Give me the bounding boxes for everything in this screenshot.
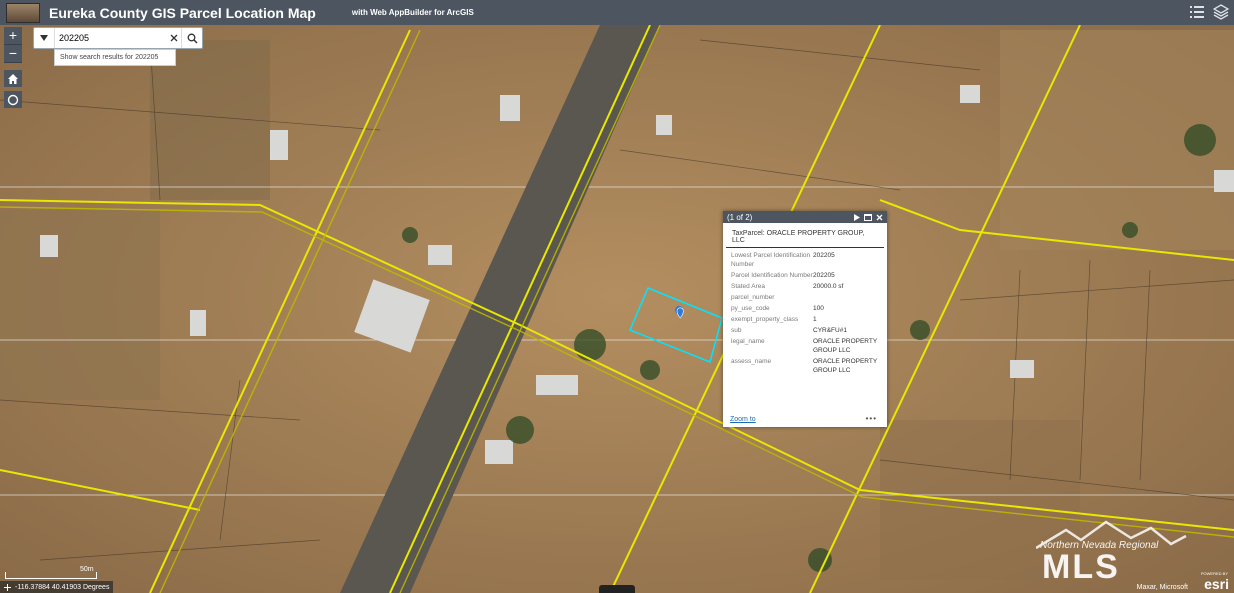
scale-label: 50m xyxy=(80,566,94,573)
map-attribution: Maxar, Microsoft xyxy=(1136,584,1188,591)
locate-button[interactable] xyxy=(4,91,22,108)
home-icon xyxy=(8,73,18,84)
panel-toggle-handle[interactable] xyxy=(599,585,635,593)
app-header: Eureka County GIS Parcel Location Map wi… xyxy=(0,0,1234,25)
mls-watermark: Northern Nevada Regional MLS xyxy=(1035,518,1196,586)
search-source-dropdown[interactable] xyxy=(34,28,55,48)
popup-counter: (1 of 2) xyxy=(727,212,753,222)
home-button[interactable] xyxy=(4,70,22,87)
esri-logo[interactable]: esri xyxy=(1204,576,1229,592)
popup-row: assess_name ORACLE PROPERTY GROUP LLC xyxy=(731,358,878,374)
locate-icon xyxy=(7,94,19,105)
scale-bar xyxy=(5,572,97,579)
popup-row: Parcel Identification Number 202205 xyxy=(731,272,835,279)
map-imagery xyxy=(0,0,1234,593)
popup-row: Lowest Parcel Identification Number 20220… xyxy=(731,252,835,268)
next-feature-icon[interactable] xyxy=(854,213,860,221)
clear-search-button[interactable] xyxy=(167,28,181,48)
coordinate-readout: -116.37884 40.41903 Degrees xyxy=(0,581,114,593)
zoom-in-button[interactable]: + xyxy=(4,27,22,45)
zoom-control: + − xyxy=(4,27,22,63)
popup-row: legal_name ORACLE PROPERTY GROUP LLC xyxy=(731,338,878,354)
app-logo xyxy=(6,2,40,23)
search-icon xyxy=(187,33,198,44)
search-suggestion[interactable]: Show search results for 202205 xyxy=(54,49,176,66)
crosshair-icon[interactable] xyxy=(4,583,11,591)
more-actions-button[interactable]: ••• xyxy=(866,414,877,423)
search-button[interactable] xyxy=(181,28,202,48)
caret-down-icon xyxy=(40,35,48,41)
app-title: Eureka County GIS Parcel Location Map xyxy=(49,4,316,21)
popup-row: Stated Area 20000.0 sf xyxy=(731,283,844,290)
popup-row: parcel_number xyxy=(731,294,775,301)
coordinate-text: -116.37884 40.41903 Degrees xyxy=(15,583,110,591)
popup-attributes: Lowest Parcel Identification Number 20220… xyxy=(723,248,887,375)
zoom-out-button[interactable]: − xyxy=(4,45,22,63)
search-widget: Show search results for 202205 xyxy=(33,27,203,66)
popup-row: py_use_code 100 xyxy=(731,305,824,312)
popup-row: sub CYR&FU#1 xyxy=(731,327,847,334)
popup-row: exempt_property_class 1 xyxy=(731,316,817,323)
close-icon[interactable] xyxy=(876,214,883,221)
zoom-to-link[interactable]: Zoom to xyxy=(730,416,756,423)
list-icon[interactable] xyxy=(1188,3,1206,21)
close-icon xyxy=(170,34,178,42)
map-canvas[interactable] xyxy=(0,0,1234,593)
app-subtitle: with Web AppBuilder for ArcGIS xyxy=(351,8,474,17)
popup-title: TaxParcel: ORACLE PROPERTY GROUP, LLC xyxy=(726,223,884,248)
feature-popup: (1 of 2) TaxParcel: ORACLE PROPERTY GROU… xyxy=(723,211,887,427)
layers-icon[interactable] xyxy=(1212,3,1230,21)
watermark-line2: MLS xyxy=(1042,548,1120,586)
maximize-icon[interactable] xyxy=(864,213,872,221)
popup-header: (1 of 2) xyxy=(723,211,887,223)
search-input[interactable] xyxy=(55,28,167,48)
